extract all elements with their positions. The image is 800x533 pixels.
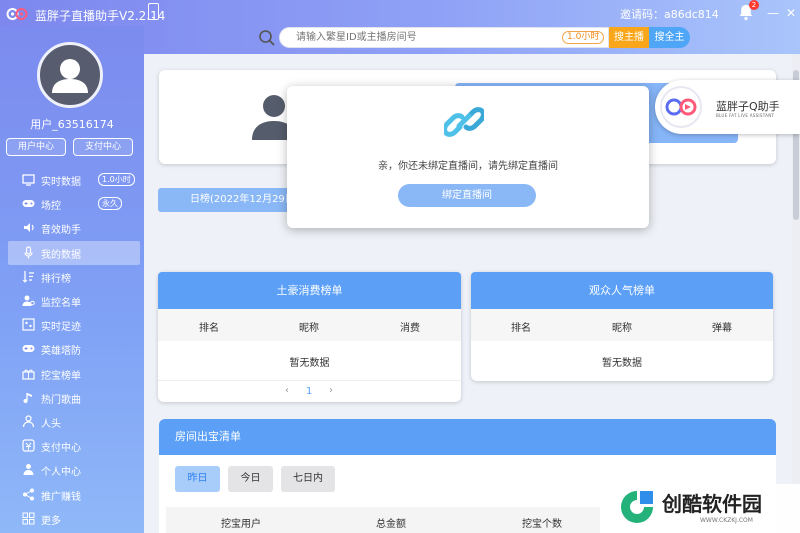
- popularity-empty: 暂无数据: [602, 358, 642, 369]
- duration-tag: 1.0小时: [562, 31, 605, 44]
- column-header: 消费: [400, 323, 420, 334]
- sidebar-item[interactable]: 热门歌曲: [0, 386, 144, 410]
- sidebar-item-label: 场控: [41, 201, 61, 213]
- column-header: 排名: [199, 323, 219, 334]
- watermark-title: 创酷软件园: [662, 492, 762, 516]
- sidebar-item-label: 人头: [41, 419, 61, 430]
- sidebar-item-label: 英雄塔防: [41, 346, 81, 358]
- tycoon-title: 土豪消费榜单: [158, 272, 461, 309]
- search-input[interactable]: [279, 27, 609, 48]
- tab-yesterday[interactable]: 昨日: [175, 466, 220, 492]
- sidebar-item[interactable]: 我的数据: [8, 240, 140, 265]
- sidebar-item-label: 实时足迹: [41, 322, 81, 334]
- watermark-logo-icon: [621, 491, 653, 523]
- close-button[interactable]: ✕: [786, 6, 796, 20]
- sidebar-item[interactable]: 实时数据 1.0小时: [0, 168, 144, 192]
- sidebar-item-label: 监控名单: [41, 298, 81, 309]
- tycoon-empty: 暂无数据: [289, 358, 330, 369]
- column-header: 昵称: [612, 323, 632, 334]
- sidebar-item-label: 推广赚钱: [41, 491, 81, 503]
- sidebar-item[interactable]: 场控 永久: [0, 192, 144, 216]
- pay-center-button[interactable]: 支付中心: [73, 138, 133, 156]
- sidebar-item[interactable]: 支付中心: [0, 434, 144, 458]
- microphone-icon: [24, 245, 33, 259]
- user-gear-icon: [23, 464, 34, 476]
- column-header: 总金额: [376, 519, 406, 530]
- app-title: 蓝胖子直播助手V2.2.14: [35, 9, 166, 23]
- user-avatar-icon: [52, 59, 88, 93]
- daily-rank-bar[interactable]: 日榜(2022年12月29日: [158, 188, 290, 212]
- search-anchor-button[interactable]: 搜主播: [609, 27, 649, 48]
- column-header: 昵称: [299, 323, 319, 334]
- prev-page-icon[interactable]: ‹: [285, 385, 289, 396]
- watermark-url: WWW.CKZKJ.COM: [700, 517, 753, 524]
- brand-logo-icon: [665, 98, 697, 116]
- user-center-button[interactable]: 用户中心: [6, 138, 66, 156]
- sidebar-item[interactable]: 人头: [0, 410, 144, 434]
- brand-subtitle: BLUE FAT LIVE ASSISTANT: [716, 113, 775, 118]
- person-icon: [22, 415, 35, 428]
- gamepad-icon: [22, 345, 35, 353]
- app-logo-icon: [6, 8, 28, 20]
- username: 用户_63516174: [30, 118, 114, 131]
- sidebar-item-label: 更多: [41, 515, 61, 527]
- music-icon: [23, 392, 32, 403]
- treasure-title: 房间出宝清单: [159, 419, 776, 455]
- monitor-icon: [22, 174, 35, 186]
- brand-name: 蓝胖子Q助手: [716, 100, 780, 113]
- sidebar-item[interactable]: 英雄塔防: [0, 337, 144, 361]
- sidebar-item[interactable]: 更多: [0, 507, 144, 531]
- popularity-title: 观众人气榜单: [471, 272, 773, 309]
- brand-logo: [660, 86, 702, 128]
- gift-icon: [22, 369, 35, 380]
- footprint-icon: [22, 318, 35, 331]
- popularity-header-row: 排名 昵称 弹幕: [471, 309, 773, 341]
- sidebar-item-label: 挖宝榜单: [41, 370, 81, 382]
- grid-icon: [22, 512, 35, 525]
- page-number[interactable]: 1: [306, 386, 312, 397]
- pay-icon: [22, 439, 35, 452]
- bind-room-button[interactable]: 绑定直播间: [398, 184, 536, 207]
- sidebar-item[interactable]: 实时足迹: [0, 313, 144, 337]
- search-icon[interactable]: [258, 29, 276, 47]
- tycoon-header-row: 排名 昵称 消费: [158, 309, 461, 341]
- sidebar-item[interactable]: 推广赚钱: [0, 483, 144, 507]
- sidebar-item-label: 排行榜: [41, 273, 71, 285]
- column-header: 排名: [511, 323, 531, 334]
- sidebar-item-label: 我的数据: [41, 249, 81, 261]
- treasure-header-row: 挖宝用户 总金额 挖宝个数: [166, 507, 600, 533]
- sidebar-item[interactable]: 挖宝榜单: [0, 362, 144, 386]
- sort-icon: [22, 270, 34, 283]
- sidebar-item-tag: 永久: [98, 197, 122, 211]
- sidebar-item-label: 热门歌曲: [41, 394, 81, 406]
- sidebar-item[interactable]: 监控名单: [0, 289, 144, 313]
- tab-seven-days[interactable]: 七日内: [281, 466, 335, 492]
- link-icon: [444, 107, 484, 137]
- minimize-button[interactable]: —: [767, 6, 779, 20]
- next-page-icon[interactable]: ›: [329, 385, 333, 396]
- column-header: 挖宝用户: [221, 519, 261, 530]
- sidebar-item-label: 音效助手: [41, 225, 81, 237]
- sidebar-item[interactable]: 个人中心: [0, 458, 144, 482]
- column-header: 挖宝个数: [522, 519, 562, 530]
- column-header: 弹幕: [712, 323, 732, 334]
- sidebar-item[interactable]: 音效助手: [0, 216, 144, 240]
- search-all-button[interactable]: 搜全主: [649, 27, 690, 48]
- divider: [158, 380, 461, 381]
- gamepad-icon: [22, 200, 35, 208]
- invite-code: 邀请码：a86dc814: [620, 8, 719, 21]
- notification-badge: 2: [749, 0, 759, 10]
- sidebar-item-label: 支付中心: [41, 443, 81, 455]
- phone-icon[interactable]: [148, 3, 159, 20]
- sidebar-item-tag: 1.0小时: [98, 173, 135, 186]
- share-icon: [23, 488, 34, 501]
- tab-today[interactable]: 今日: [228, 466, 273, 492]
- user-monitor-icon: [22, 295, 35, 306]
- sound-icon: [24, 223, 34, 233]
- avatar[interactable]: [37, 42, 103, 108]
- sidebar-item-label: 实时数据: [41, 177, 81, 188]
- modal-message: 亲，你还未绑定直播间，请先绑定直播间: [378, 161, 558, 172]
- sidebar-item-label: 个人中心: [41, 467, 81, 479]
- sidebar-item[interactable]: 排行榜: [0, 265, 144, 289]
